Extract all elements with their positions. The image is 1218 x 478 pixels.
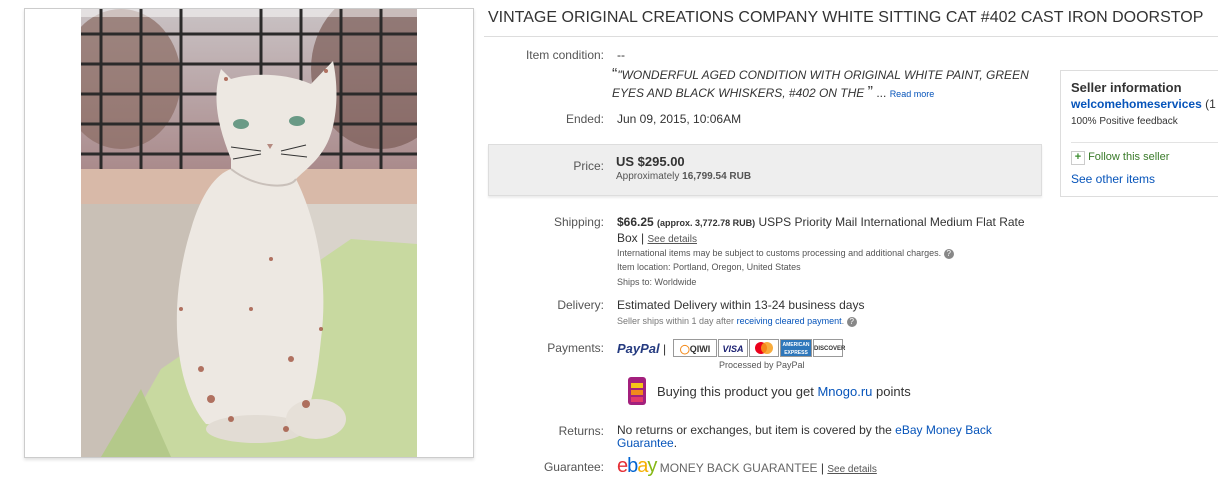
returns-suffix: .: [673, 436, 678, 450]
customs-note-text: International items may be subject to cu…: [617, 248, 942, 258]
seller-score: (1: [1205, 97, 1216, 111]
delivery-label: Delivery:: [557, 298, 604, 312]
money-back-guarantee-text: MONEY BACK GUARANTEE: [659, 461, 818, 475]
paypal-text: PayPal: [617, 341, 660, 356]
seller-info-panel: Seller information welcomehomeservices (…: [1060, 70, 1218, 197]
item-location: Item location: Portland, Oregon, United …: [617, 262, 801, 272]
guarantee-value: ebay MONEY BACK GUARANTEE | See details: [617, 455, 877, 478]
payments-separator: |: [663, 342, 667, 356]
seller-divider: [1071, 142, 1218, 143]
processed-by: Processed by PayPal: [719, 360, 805, 370]
cleared-payment-link[interactable]: receiving cleared payment: [737, 316, 842, 326]
guarantee-label: Guarantee:: [543, 460, 604, 474]
price-label: Price:: [573, 159, 604, 173]
read-more-link[interactable]: Read more: [890, 89, 935, 99]
shipping-label: Shipping:: [553, 215, 604, 229]
product-image-frame[interactable]: [24, 8, 474, 458]
delivery-note: Seller ships within 1 day after receivin…: [617, 316, 857, 327]
paypal-logo: PayPal |: [617, 341, 666, 356]
mnogo-promo: Buying this product you get Mnogo.ru poi…: [657, 384, 911, 399]
mastercard-logo: [749, 339, 779, 357]
seller-name-row: welcomehomeservices (1: [1071, 97, 1216, 111]
follow-seller-button[interactable]: + Follow this seller: [1071, 151, 1169, 165]
help-icon[interactable]: ?: [943, 249, 954, 259]
amex-logo: AMERICAN EXPRESS: [780, 339, 812, 357]
shipping-method-line1: USPS Priority Mail International Medium …: [758, 215, 996, 229]
price-value: US $295.00: [616, 154, 685, 169]
condition-quote-text: "WONDERFUL AGED CONDITION WITH ORIGINAL …: [612, 68, 1029, 100]
help-icon[interactable]: ?: [846, 317, 857, 327]
discover-logo: DISCOVER: [813, 339, 845, 357]
ended-label: Ended:: [565, 112, 604, 126]
condition-value: --: [617, 48, 625, 62]
delivery-value: Estimated Delivery within 13-24 business…: [617, 298, 865, 312]
money-back-link[interactable]: eBay Money Back: [895, 423, 992, 437]
guarantee-link[interactable]: Guarantee: [617, 436, 674, 450]
returns-value: No returns or exchanges, but item is cov…: [617, 424, 1017, 450]
price-approx-value: 16,799.54 RUB: [682, 171, 752, 182]
payments-label: Payments:: [547, 341, 604, 355]
qiwi-icon: ◯: [679, 344, 690, 354]
returns-label: Returns:: [558, 424, 604, 438]
cat-doorstop-photo: [81, 9, 417, 457]
qiwi-label: QIWI: [689, 344, 711, 354]
follow-seller-link[interactable]: Follow this seller: [1088, 151, 1169, 163]
delivery-note-suffix: .: [841, 316, 845, 326]
ended-value: Jun 09, 2015, 10:06AM: [617, 112, 742, 126]
ships-to: Ships to: Worldwide: [617, 277, 697, 287]
qiwi-logo: ◯QIWI: [673, 339, 717, 357]
mnogo-link[interactable]: Mnogo.ru: [817, 384, 872, 399]
seller-heading: Seller information: [1071, 80, 1182, 95]
returns-text: No returns or exchanges, but item is cov…: [617, 423, 892, 437]
guarantee-see-details-link[interactable]: See details: [827, 464, 876, 475]
mnogo-text: Buying this product you get: [657, 384, 814, 399]
shipping-separator: |: [641, 231, 645, 245]
plus-icon: +: [1071, 151, 1085, 165]
shipping-see-details-link[interactable]: See details: [648, 234, 697, 245]
guarantee-separator: |: [820, 461, 824, 475]
price-approx-prefix: Approximately: [616, 171, 680, 182]
customs-note: International items may be subject to cu…: [617, 248, 954, 259]
visa-logo: VISA: [718, 339, 748, 357]
close-quote-icon: ”: [867, 84, 873, 101]
condition-description: “"WONDERFUL AGED CONDITION WITH ORIGINAL…: [612, 66, 1042, 103]
ebay-logo: ebay: [617, 455, 657, 477]
mnogo-suffix: points: [876, 384, 911, 399]
mnogo-icon: [628, 377, 646, 405]
shipping-approx: (approx. 3,772.78 RUB): [657, 218, 756, 228]
seller-name-link[interactable]: welcomehomeservices: [1071, 97, 1202, 111]
seller-feedback: 100% Positive feedback: [1071, 116, 1178, 127]
condition-label: Item condition:: [525, 48, 604, 62]
mnogo-logo: [627, 375, 647, 407]
mastercard-icon: [755, 342, 773, 354]
see-other-items-link[interactable]: See other items: [1071, 172, 1155, 186]
quote-ellipsis: ...: [876, 86, 887, 100]
shipping-amount: $66.25: [617, 215, 654, 229]
price-approx: Approximately 16,799.54 RUB: [616, 171, 751, 182]
delivery-note-prefix: Seller ships within 1 day after: [617, 316, 735, 326]
title-divider: [484, 36, 1218, 37]
shipping-value: $66.25 (approx. 3,772.78 RUB) USPS Prior…: [617, 215, 1037, 247]
listing-title: VINTAGE ORIGINAL CREATIONS COMPANY WHITE…: [488, 9, 1204, 26]
product-image[interactable]: [81, 9, 417, 457]
